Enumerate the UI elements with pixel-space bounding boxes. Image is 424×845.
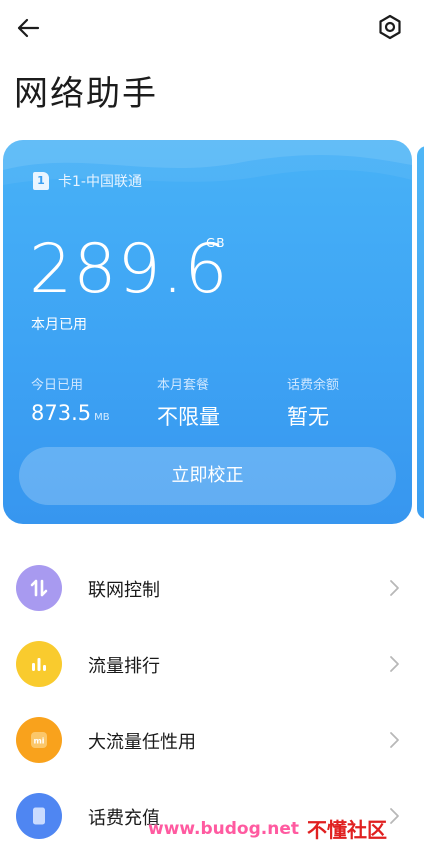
svg-text:mi: mi <box>33 737 44 746</box>
watermark-site-name: 不懂社区 <box>307 818 387 842</box>
stat-today-unit: MB <box>94 412 110 423</box>
arrow-left-icon <box>17 18 40 38</box>
stat-plan-label: 本月套餐 <box>157 378 210 393</box>
monthly-usage-unit: GB <box>206 236 226 250</box>
sim-card-icon: 1 <box>33 172 49 190</box>
list-item-label: 联网控制 <box>88 580 160 601</box>
sim-selector[interactable]: 1 卡1-中国联通 <box>33 171 142 191</box>
stat-balance-value: 暂无 <box>287 405 329 429</box>
stat-plan: 本月套餐 不限量 <box>157 374 220 431</box>
stat-today: 今日已用 873.5 MB <box>31 374 110 425</box>
mi-logo-icon: mi <box>16 717 62 763</box>
list-item-label: 大流量任性用 <box>88 732 196 753</box>
stat-balance-label: 话费余额 <box>287 378 340 393</box>
up-down-arrows-icon <box>16 565 62 611</box>
stat-balance: 话费余额 暂无 <box>287 374 339 431</box>
back-button[interactable] <box>14 14 42 42</box>
chevron-right-icon <box>390 656 399 672</box>
stat-today-value: 873.5 <box>31 401 92 425</box>
monthly-usage-caption: 本月已用 <box>31 317 87 333</box>
bar-chart-icon <box>16 641 62 687</box>
list-item-unlimited-data[interactable]: mi 大流量任性用 <box>0 710 424 770</box>
calibrate-button[interactable]: 立即校正 <box>19 447 396 505</box>
phone-card-icon <box>16 793 62 839</box>
list-item-label: 流量排行 <box>88 656 160 677</box>
list-item-network-control[interactable]: 联网控制 <box>0 558 424 618</box>
stat-today-label: 今日已用 <box>31 378 84 393</box>
sim-label: 卡1-中国联通 <box>58 174 142 190</box>
chevron-right-icon <box>390 580 399 596</box>
stat-plan-value: 不限量 <box>157 405 220 429</box>
stat-today-value-row: 873.5 MB <box>31 401 110 425</box>
page-title: 网络助手 <box>14 74 158 114</box>
watermark-url: www.budog.net <box>148 818 299 839</box>
data-usage-card: 1 卡1-中国联通 289.6 GB 本月已用 今日已用 873.5 MB 本月套… <box>3 140 412 524</box>
chevron-right-icon <box>390 732 399 748</box>
settings-button[interactable] <box>375 12 405 42</box>
watermark: www.budog.net 不懂社区 <box>148 812 424 845</box>
next-sim-card-peek[interactable] <box>417 146 424 519</box>
monthly-usage-value: 289.6 <box>29 230 229 309</box>
settings-hexagon-icon <box>379 14 401 40</box>
list-item-traffic-ranking[interactable]: 流量排行 <box>0 634 424 694</box>
